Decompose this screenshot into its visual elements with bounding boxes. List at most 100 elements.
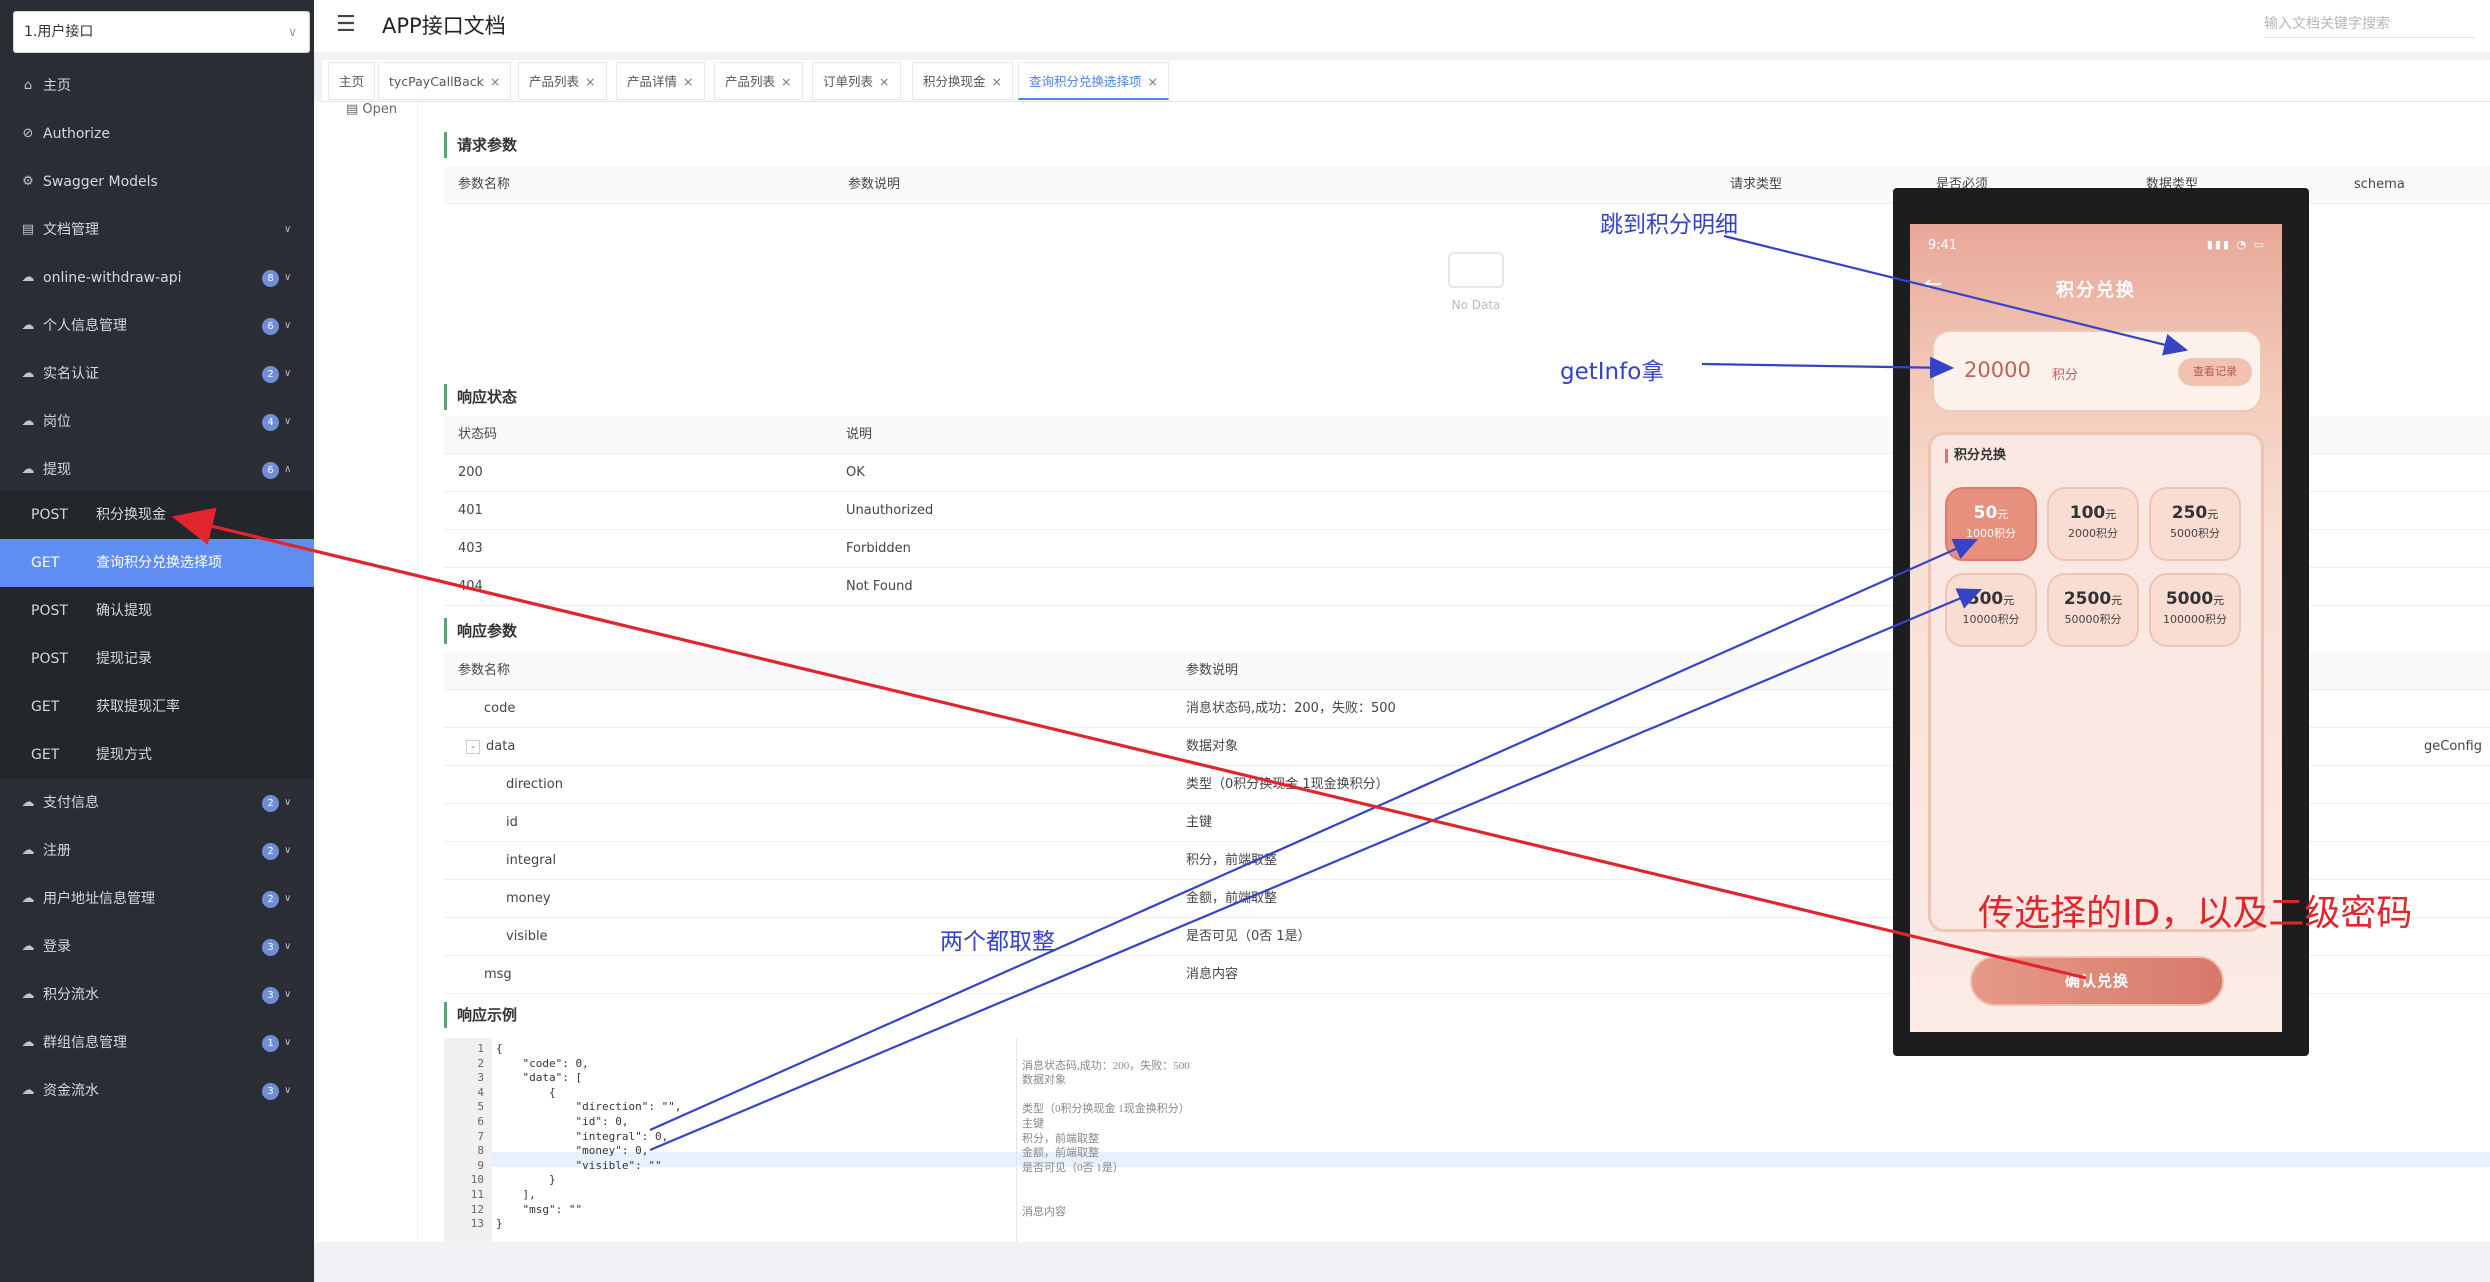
param-desc: 金额，前端取整 [1186, 891, 1278, 906]
tab-item[interactable]: 查询积分兑换选择项 × [1018, 62, 1169, 100]
page-title: APP接口文档 [382, 14, 506, 38]
close-icon[interactable]: × [490, 74, 500, 89]
line-number: 13 [470, 1217, 484, 1231]
option-amount-value: 2500 [2063, 589, 2112, 609]
open-link-label: Open [362, 102, 398, 117]
tab-label: 积分换现金 [923, 74, 986, 89]
param-name: money [506, 891, 551, 906]
sidebar-item[interactable]: ☁ 登录 3 ∨ [0, 923, 314, 971]
line-number: 6 [477, 1115, 484, 1128]
col-schema: schema [2354, 177, 2405, 192]
sidebar-item[interactable]: ☁ 支付信息 2 ∨ [0, 779, 314, 827]
menu-toggle-icon[interactable]: ☰ [336, 12, 356, 38]
close-icon[interactable]: × [1148, 74, 1158, 89]
points-card: 20000 积分 查看记录 [1932, 330, 2262, 412]
chevron-down-icon: ∨ [284, 272, 292, 283]
tab-label: 产品列表 [529, 74, 580, 89]
code-comment: 金额，前端取整 [1022, 1147, 1099, 1160]
collapse-toggle[interactable]: - [466, 740, 480, 754]
sidebar-item[interactable]: ☁ 积分流水 3 ∨ [0, 971, 314, 1019]
sub-menu-item[interactable]: GET 查询积分兑换选择项 [0, 539, 314, 587]
code-comment: 消息内容 [1022, 1205, 1066, 1218]
chevron-down-icon: ∨ [284, 224, 292, 235]
chevron-down-icon: ∨ [288, 25, 297, 39]
tab-item[interactable]: tycPayCallBack × [378, 62, 512, 100]
sub-menu-item[interactable]: POST 确认提现 [0, 587, 314, 635]
line-number: 9 [477, 1158, 484, 1172]
sidebar: 1.用户接口 ∨ ⌂ 主页 ⊘ Authorize ⚙ Swagger Models ▤ 文档… [0, 0, 314, 1282]
count-badge: 2 [262, 891, 279, 908]
close-icon[interactable]: × [585, 74, 595, 89]
close-icon[interactable]: × [781, 74, 791, 89]
sidebar-item[interactable]: ☁ 群组信息管理 1 ∨ [0, 1019, 314, 1067]
exchange-option[interactable]: 2500元 50000积分 [2047, 573, 2139, 647]
option-amount: 2500元 [2049, 589, 2137, 609]
empty-box-icon [1448, 252, 1504, 288]
sidebar-item[interactable]: ☁ 提现 6 ∧ [0, 446, 314, 494]
sub-menu-item[interactable]: POST 积分换现金 [0, 491, 314, 539]
sidebar-item-label: 个人信息管理 [43, 318, 127, 334]
close-icon[interactable]: × [683, 74, 693, 89]
tab-item[interactable]: 积分换现金 × [912, 62, 1013, 100]
option-amount-value: 500 [1967, 589, 2004, 609]
sidebar-item[interactable]: ☁ 岗位 4 ∨ [0, 398, 314, 446]
http-method: GET [31, 699, 60, 715]
group-select[interactable]: 1.用户接口 ∨ [13, 11, 310, 53]
tab-item[interactable]: 产品详情 × [616, 62, 705, 100]
status-desc: Unauthorized [846, 503, 934, 518]
code-editor[interactable]: 1 2 3 4 5 6 7 8 9 10 11 12 13 { "code": 0, 消息状态码,成功：2… [444, 1038, 2490, 1242]
close-icon[interactable]: × [992, 74, 1002, 89]
tab-item[interactable]: 主页 [328, 62, 376, 100]
chevron-down-icon: ∨ [284, 1037, 292, 1048]
sidebar-item-label: online-withdraw-api [43, 270, 182, 286]
exchange-option[interactable]: 250元 5000积分 [2149, 487, 2241, 561]
param-name: id [506, 815, 518, 830]
param-name: msg [484, 967, 512, 982]
tab-item[interactable]: 订单列表 × [812, 62, 901, 100]
sidebar-item[interactable]: ☁ 实名认证 2 ∨ [0, 350, 314, 398]
count-badge: 2 [262, 795, 279, 812]
sidebar-item[interactable]: ☁ 注册 2 ∨ [0, 827, 314, 875]
code-divider [1016, 1038, 1017, 1242]
sidebar-item[interactable]: ⊘ Authorize [0, 110, 314, 158]
sidebar-item[interactable]: ⌂ 主页 [0, 62, 314, 110]
sub-menu-item[interactable]: POST 提现记录 [0, 635, 314, 683]
cloud-icon: ☁ [21, 462, 35, 477]
sidebar-item[interactable]: ☁ 用户地址信息管理 2 ∨ [0, 875, 314, 923]
sidebar-item[interactable]: ☁ 个人信息管理 6 ∨ [0, 302, 314, 350]
exchange-option[interactable]: 5000元 100000积分 [2149, 573, 2241, 647]
sidebar-item[interactable]: ☁ 资金流水 3 ∨ [0, 1067, 314, 1115]
confirm-exchange-button[interactable]: 确认兑换 [1970, 956, 2224, 1006]
sidebar-item[interactable]: ▤ 文档管理 ∨ [0, 206, 314, 254]
search-input[interactable] [2264, 10, 2474, 38]
view-record-button[interactable]: 查看记录 [2178, 358, 2252, 386]
close-icon[interactable]: × [879, 74, 889, 89]
line-number: 3 [477, 1071, 484, 1085]
option-unit: 元 [2207, 508, 2219, 521]
left-rail: ▤ Open [314, 102, 418, 1242]
lock-icon: ⊘ [22, 126, 34, 141]
sidebar-item[interactable]: ⚙ Swagger Models [0, 158, 314, 206]
code-line: } [496, 1173, 556, 1187]
sidebar-item[interactable]: ☁ online-withdraw-api 8 ∨ [0, 254, 314, 302]
status-time: 9:41 [1928, 238, 1958, 253]
option-unit: 元 [2111, 594, 2123, 607]
http-method: POST [31, 603, 68, 619]
status-code: 403 [458, 541, 483, 556]
sidebar-item-label: 群组信息管理 [43, 1035, 127, 1051]
param-name: visible [506, 929, 548, 944]
tab-item[interactable]: 产品列表 × [714, 62, 803, 100]
code-line: "data": [ [496, 1071, 583, 1085]
sub-menu-item[interactable]: GET 提现方式 [0, 731, 314, 779]
param-name: integral [506, 853, 557, 868]
open-link[interactable]: ▤ Open [346, 102, 397, 117]
sub-menu-item[interactable]: GET 获取提现汇率 [0, 683, 314, 731]
count-badge: 1 [262, 1035, 279, 1052]
code-line: "integral": 0, [496, 1129, 669, 1143]
exchange-option[interactable]: 100元 2000积分 [2047, 487, 2139, 561]
exchange-option[interactable]: 50元 1000积分 [1945, 487, 2037, 561]
cloud-icon: ☁ [21, 1083, 35, 1098]
sidebar-item-label: Authorize [43, 126, 110, 142]
tab-item[interactable]: 产品列表 × [518, 62, 607, 100]
exchange-option[interactable]: 500元 10000积分 [1945, 573, 2037, 647]
